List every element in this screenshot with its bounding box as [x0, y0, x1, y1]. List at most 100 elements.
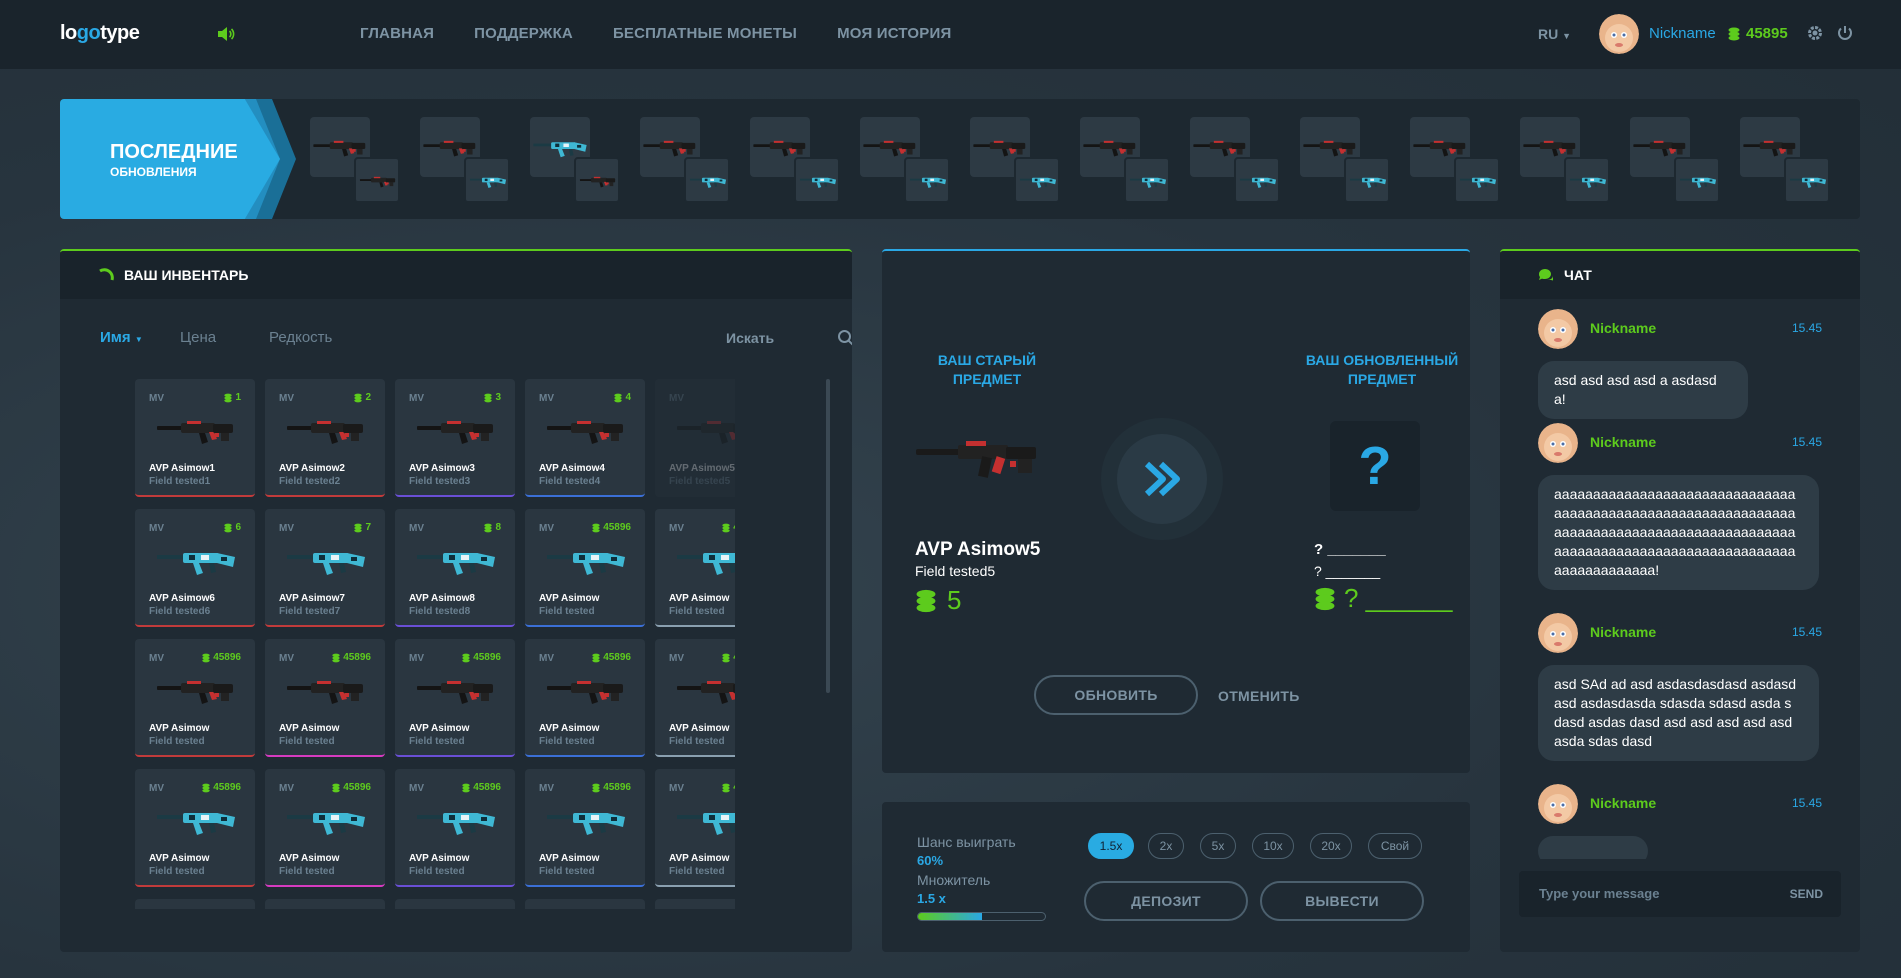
sound-icon[interactable] — [216, 24, 236, 44]
new-item-title: ВАШ ОБНОВЛЕННЫЙ ПРЕДМЕТ — [1305, 352, 1459, 387]
inventory-item[interactable]: MV 45896 — [395, 899, 515, 909]
multiplier-10x[interactable]: 10x — [1252, 833, 1294, 859]
inventory-scrollbar[interactable] — [826, 379, 830, 693]
nav-support[interactable]: ПОДДЕРЖКА — [474, 25, 573, 42]
update-item[interactable] — [420, 117, 510, 205]
nav-home[interactable]: ГЛАВНАЯ — [360, 25, 434, 42]
inventory-item[interactable]: MV 45896 — [655, 899, 735, 909]
message-nickname[interactable]: Nickname — [1590, 624, 1656, 640]
multiplier-5x[interactable]: 5x — [1200, 833, 1236, 859]
inventory-item[interactable]: MV 3 AVP Asimow3 Field tested3 — [395, 379, 515, 497]
item-tag: MV — [539, 523, 554, 534]
upgrade-button[interactable]: ОБНОВИТЬ — [1034, 675, 1198, 715]
inventory-item[interactable]: MV 45896 AVP Asimow Field tested — [525, 639, 645, 757]
item-tag: MV — [149, 393, 164, 404]
gear-icon[interactable] — [1806, 24, 1824, 42]
update-item[interactable] — [860, 117, 950, 205]
avatar[interactable] — [1538, 423, 1578, 463]
inventory-item[interactable]: MV 2 AVP Asimow2 Field tested2 — [265, 379, 385, 497]
item-name: AVP Asimow6 — [149, 593, 215, 604]
message-nickname[interactable]: Nickname — [1590, 434, 1656, 450]
item-name: AVP Asimow5 — [669, 463, 735, 474]
item-condition: Field tested — [669, 606, 725, 617]
coins-icon — [202, 783, 210, 792]
inventory-item[interactable]: MV 45896 AVP Asimow Field tested — [655, 639, 735, 757]
language-select[interactable]: RU ▼ — [1538, 26, 1571, 42]
update-item[interactable] — [1300, 117, 1390, 205]
coins-icon — [592, 523, 600, 532]
nav-free-coins[interactable]: БЕСПЛАТНЫЕ МОНЕТЫ — [613, 25, 797, 42]
coins-icon — [722, 523, 730, 532]
nav-history[interactable]: МОЯ ИСТОРИЯ — [837, 25, 951, 42]
inventory-item[interactable]: MV 5 AVP Asimow5 Field tested5 — [655, 379, 735, 497]
coins-icon — [354, 523, 363, 532]
logo[interactable]: logotype — [60, 22, 140, 45]
inventory-item[interactable]: MV 45896 AVP Asimow Field tested — [655, 769, 735, 887]
avatar[interactable] — [1538, 309, 1578, 349]
multiplier-2x[interactable]: 2x — [1148, 833, 1184, 859]
cancel-button[interactable]: ОТМЕНИТЬ — [1218, 688, 1300, 704]
inventory-item[interactable]: MV 8 AVP Asimow8 Field tested8 — [395, 509, 515, 627]
multiplier-custom[interactable]: Свой — [1368, 833, 1422, 859]
message-bubble: aaaaaaaaaaaaaaaaaaaaaaaaaaaaaaaaaaaaaaaa… — [1538, 475, 1819, 590]
avatar[interactable] — [1538, 784, 1578, 824]
update-item[interactable] — [1740, 117, 1830, 205]
update-item[interactable] — [310, 117, 400, 205]
inventory-item[interactable]: MV 45896 AVP Asimow Field tested — [265, 769, 385, 887]
item-price: 7 — [354, 522, 371, 533]
update-item[interactable] — [1080, 117, 1170, 205]
update-item[interactable] — [970, 117, 1060, 205]
inventory-item[interactable]: MV 45896 AVP Asimow Field tested — [525, 769, 645, 887]
item-price: 3 — [484, 392, 501, 403]
update-item-new — [1344, 157, 1390, 203]
inventory-item[interactable]: MV 45896 AVP Asimow Field tested — [655, 509, 735, 627]
inventory-item[interactable]: MV 45896 AVP Asimow Field tested — [265, 639, 385, 757]
double-chevron-right-icon[interactable] — [1137, 454, 1187, 504]
item-price: 45896 — [462, 652, 501, 663]
deposit-button[interactable]: ДЕПОЗИТ — [1084, 881, 1248, 921]
power-icon[interactable] — [1836, 24, 1854, 42]
sort-by-name[interactable]: Имя ▼ — [100, 329, 143, 346]
update-item[interactable] — [1520, 117, 1610, 205]
multiplier-20x[interactable]: 20x — [1310, 833, 1352, 859]
send-button[interactable]: SEND — [1790, 887, 1823, 901]
inventory-item[interactable]: MV 45896 AVP Asimow Field tested — [135, 769, 255, 887]
update-item[interactable] — [1190, 117, 1280, 205]
multiplier-1-5x[interactable]: 1.5x — [1088, 833, 1134, 859]
item-condition: Field tested5 — [669, 476, 731, 487]
search-icon[interactable] — [837, 329, 852, 347]
update-item[interactable] — [750, 117, 840, 205]
inventory-item[interactable]: MV 45896 AVP Asimow Field tested — [135, 639, 255, 757]
inventory-item[interactable]: MV 1 AVP Asimow1 Field tested1 — [135, 379, 255, 497]
message-nickname[interactable]: Nickname — [1590, 320, 1656, 336]
item-condition: Field tested — [149, 736, 205, 747]
update-item[interactable] — [640, 117, 730, 205]
sort-by-price[interactable]: Цена — [180, 329, 216, 346]
inventory-item[interactable]: MV 45896 — [525, 899, 645, 909]
update-item[interactable] — [1630, 117, 1720, 205]
message-nickname[interactable]: Nickname — [1590, 795, 1656, 811]
inventory-item[interactable]: MV 45896 — [135, 899, 255, 909]
inventory-item[interactable]: MV 45896 AVP Asimow Field tested — [395, 769, 515, 887]
chat-input[interactable]: Type your message — [1539, 886, 1659, 901]
inventory-item[interactable]: MV 45896 AVP Asimow Field tested — [525, 509, 645, 627]
update-item[interactable] — [1410, 117, 1500, 205]
update-item[interactable] — [530, 117, 620, 205]
search-input[interactable]: Искать — [726, 330, 774, 346]
avatar[interactable] — [1538, 613, 1578, 653]
withdraw-button[interactable]: ВЫВЕСТИ — [1260, 881, 1424, 921]
old-item-price: 5 — [915, 585, 961, 616]
chat-input-box[interactable]: Type your message SEND — [1519, 871, 1841, 917]
inventory-item[interactable]: MV 6 AVP Asimow6 Field tested6 — [135, 509, 255, 627]
item-tag: MV — [409, 783, 424, 794]
inventory-item[interactable]: MV 4 AVP Asimow4 Field tested4 — [525, 379, 645, 497]
item-condition: Field tested — [409, 866, 465, 877]
user-nickname[interactable]: Nickname — [1649, 25, 1716, 42]
avatar[interactable] — [1599, 14, 1639, 54]
inventory-item[interactable]: MV 45896 AVP Asimow Field tested — [395, 639, 515, 757]
inventory-item[interactable]: MV 7 AVP Asimow7 Field tested7 — [265, 509, 385, 627]
update-item-new — [1454, 157, 1500, 203]
inventory-item[interactable]: MV 45896 — [265, 899, 385, 909]
sort-by-rarity[interactable]: Редкость — [269, 329, 332, 346]
message-time: 15.45 — [1791, 435, 1822, 449]
